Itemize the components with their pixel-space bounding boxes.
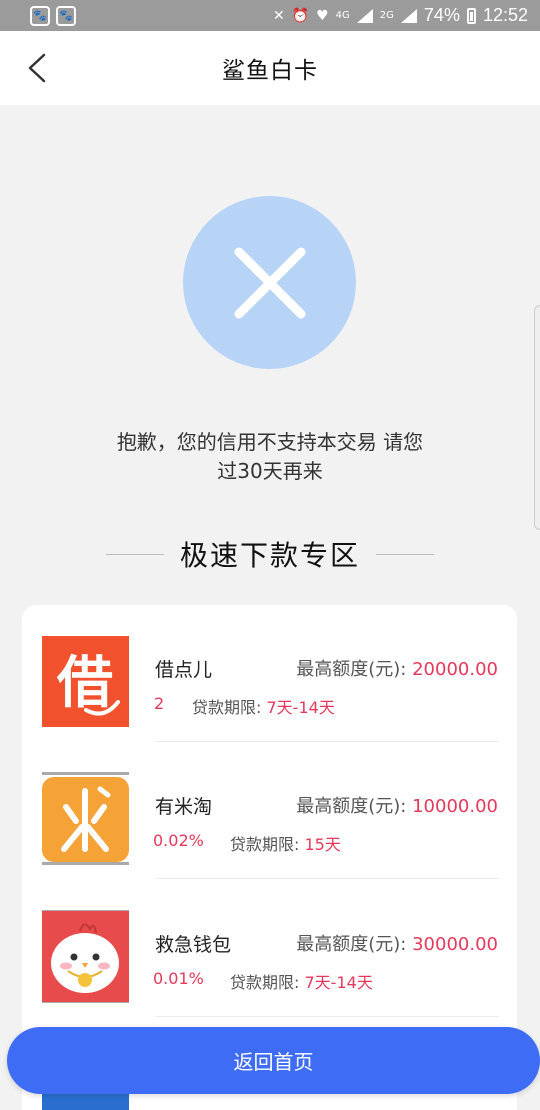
product-term: 贷款期限: 7天-14天 [230, 969, 373, 993]
battery-icon [466, 7, 476, 24]
limit-value: 10000.00 [412, 796, 498, 817]
network-label: 4G [335, 10, 350, 21]
item-divider [155, 1016, 499, 1017]
term-label: 贷款期限: [230, 835, 300, 854]
product-name: 借点儿 [155, 659, 213, 681]
product-limit: 最高额度(元): 30000.00 [296, 930, 498, 956]
error-message-line2: 过30天再来 [217, 459, 323, 483]
term-value: 15天 [304, 835, 341, 854]
logo-char: 借 [56, 651, 113, 716]
product-rate: 2 [154, 694, 165, 713]
rice-logo-icon [61, 786, 111, 852]
product-rate: 0.01% [153, 969, 204, 988]
limit-value: 30000.00 [412, 934, 498, 955]
product-item-youmitao[interactable]: 有米淘 最高额度(元): 10000.00 0.02% 贷款期限: 15天 [22, 742, 517, 880]
product-term: 贷款期限: 15天 [230, 831, 341, 855]
close-icon [234, 247, 305, 318]
product-limit: 最高额度(元): 10000.00 [296, 792, 498, 818]
alarm-icon: ⏰ [291, 7, 310, 24]
mute-icon: ✕ [272, 7, 285, 24]
term-label: 贷款期限: [192, 698, 262, 717]
term-label: 贷款期限: [230, 973, 300, 992]
signal-icon [356, 8, 373, 23]
product-limit: 最高额度(元): 20000.00 [296, 655, 498, 681]
error-message: 抱歉，您的信用不支持本交易 请您 过30天再来 [70, 428, 470, 486]
error-circle [183, 196, 356, 369]
section-divider-right [376, 553, 434, 555]
status-left-icons: 🐾 🐾 [30, 5, 76, 26]
product-item-jiedianer[interactable]: 借 借点儿 最高额度(元): 20000.00 2 贷款期限: 7天-14天 [22, 605, 517, 743]
section-title: 极速下款专区 [179, 539, 360, 572]
limit-label: 最高额度(元): [296, 934, 407, 955]
product-name: 有米淘 [155, 796, 213, 818]
borrow-icon: 借 [56, 651, 120, 716]
product-item-jiujiqianbao[interactable]: 救急钱包 最高额度(元): 30000.00 0.01% 贷款期限: 7天-14… [22, 880, 517, 1018]
item-divider [155, 878, 499, 879]
limit-value: 20000.00 [412, 659, 498, 680]
jiedianer-logo: 借 [42, 636, 129, 727]
limit-label: 最高额度(元): [296, 796, 407, 817]
section-header: 极速下款专区 [0, 532, 540, 576]
product-term: 贷款期限: 7天-14天 [192, 694, 335, 718]
network-label-2: 2G [379, 10, 394, 21]
term-value: 7天-14天 [266, 698, 335, 717]
app-header: 鲨鱼白卡 [0, 31, 540, 105]
status-right: ✕ ⏰ ♥ 4G 2G 74% 12:52 [273, 5, 528, 26]
return-home-button[interactable]: 返回首页 [7, 1027, 540, 1094]
product-rate: 0.02% [153, 831, 204, 850]
status-bar: 🐾 🐾 ✕ ⏰ ♥ 4G 2G 74% 12:52 [0, 0, 540, 31]
error-message-line1: 抱歉，您的信用不支持本交易 请您 [116, 430, 424, 454]
battery-percent: 74% [423, 5, 460, 25]
product-name: 救急钱包 [155, 934, 232, 956]
chick-mascot-icon [51, 923, 119, 993]
limit-label: 最高额度(元): [296, 659, 407, 680]
youmitao-logo [42, 777, 129, 862]
jiujiqianbao-logo [42, 911, 129, 1002]
clock: 12:52 [482, 5, 528, 25]
signal-icon [400, 8, 417, 23]
side-scroll-handle[interactable] [534, 305, 540, 530]
notification-icon: ♥ [316, 7, 329, 24]
term-value: 7天-14天 [304, 973, 373, 992]
paw-icon: 🐾 [56, 5, 76, 26]
section-divider-left [105, 553, 164, 555]
back-button[interactable] [18, 49, 56, 87]
chevron-left-icon [28, 53, 46, 83]
paw-icon: 🐾 [30, 5, 50, 26]
page-title: 鲨鱼白卡 [222, 58, 318, 84]
